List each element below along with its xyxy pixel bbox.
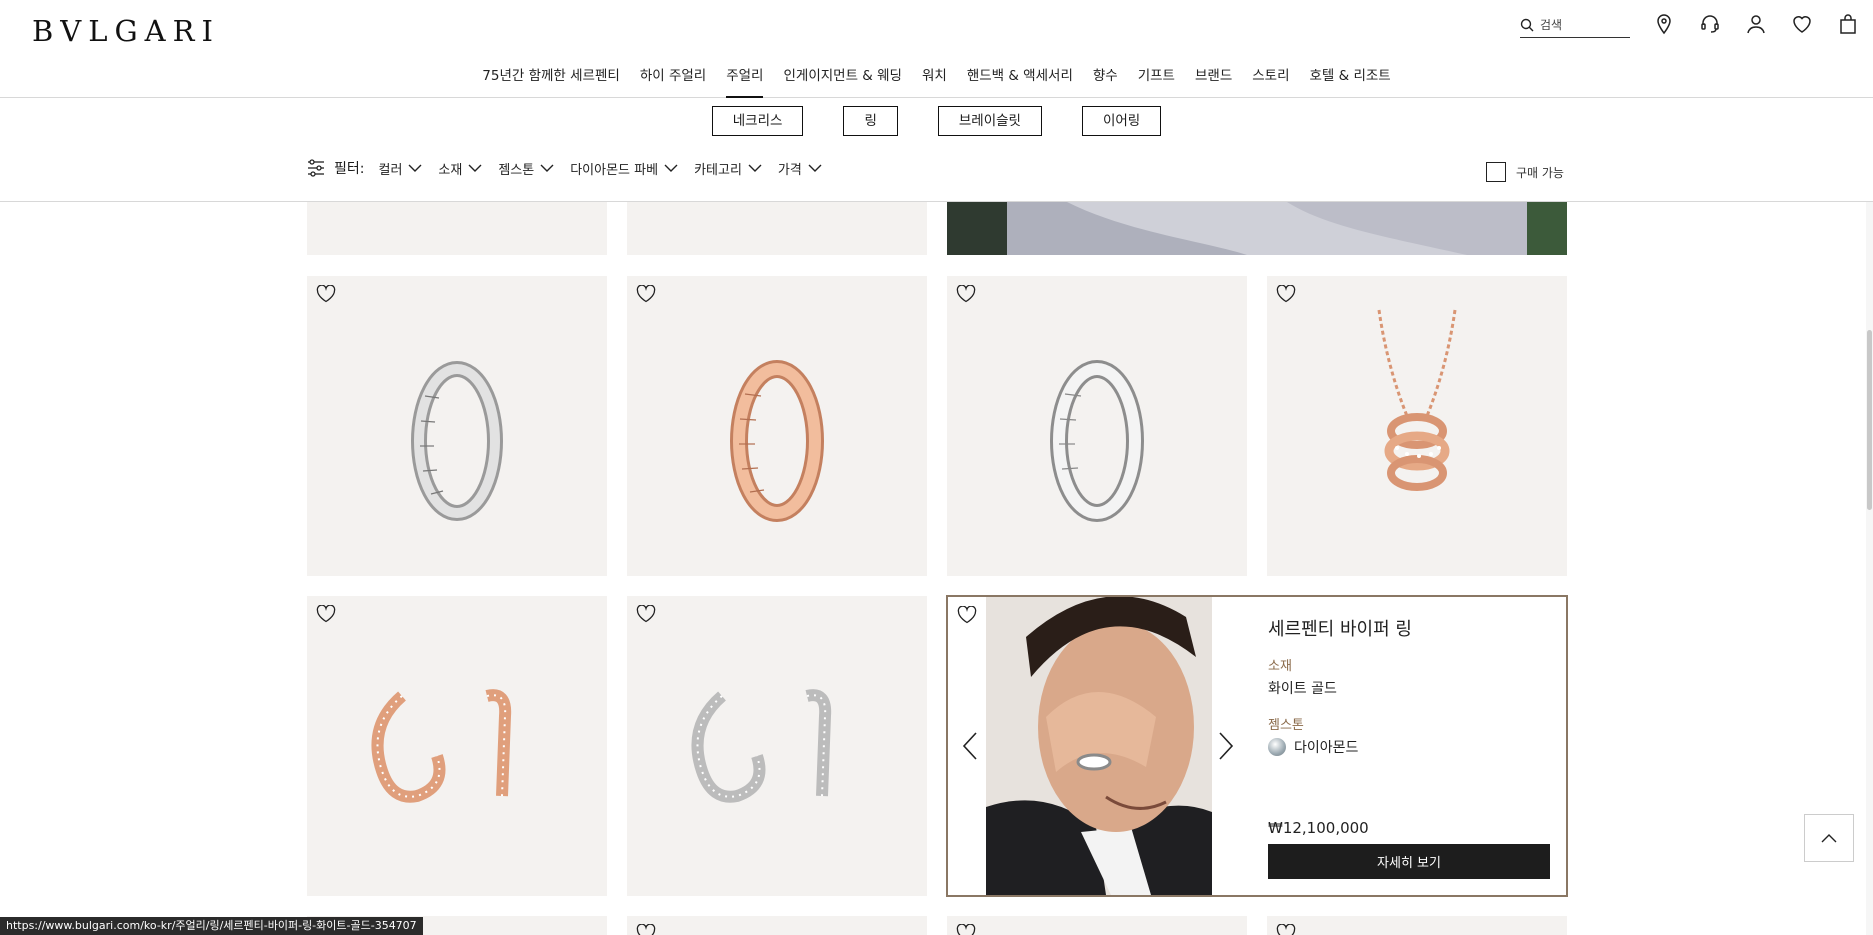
filter-diamond-pave-label: 다이아몬드 파베 (570, 162, 659, 178)
filter-gemstone-label: 젬스톤 (498, 162, 535, 178)
nav-jewelry[interactable]: 주얼리 (716, 64, 773, 98)
product-card-partial[interactable] (947, 916, 1247, 935)
product-card[interactable] (1267, 276, 1567, 576)
diamond-icon (1268, 738, 1286, 756)
search-icon (1520, 18, 1534, 31)
subcategory-pills: 네크리스 링 브레이슬릿 이어링 (0, 106, 1873, 136)
filter-color-label: 컬러 (378, 162, 403, 178)
product-card-partial[interactable] (627, 202, 927, 255)
shopping-bag-icon[interactable] (1836, 12, 1860, 36)
filter-material-label: 소재 (438, 162, 463, 178)
status-url: https://www.bulgari.com/ko-kr/주얼리/링/세르펜티… (0, 917, 423, 935)
material-value: 화이트 골드 (1268, 678, 1550, 698)
back-to-top-button[interactable] (1804, 814, 1854, 862)
chevron-down-icon (408, 164, 422, 172)
chevron-down-icon (748, 164, 762, 172)
pill-necklaces[interactable]: 네크리스 (711, 106, 804, 136)
nav-serpenti-75[interactable]: 75년간 함께한 세르펜티 (472, 64, 630, 98)
gemstone-value: 다이아몬드 (1268, 737, 1550, 757)
header-icons (1652, 12, 1860, 36)
product-info: 세르펜티 바이퍼 링 소재 화이트 골드 젬스톤 다이아몬드 (1268, 615, 1550, 773)
pill-rings[interactable]: 링 (843, 106, 898, 136)
nav-story[interactable]: 스토리 (1242, 64, 1299, 98)
customer-service-icon[interactable] (1698, 12, 1722, 36)
featured-product-card[interactable]: 세르펜티 바이퍼 링 소재 화이트 골드 젬스톤 다이아몬드 ₩12,100,0… (946, 595, 1568, 897)
available-checkbox[interactable] (1486, 162, 1506, 182)
chevron-down-icon (540, 164, 554, 172)
chevron-down-icon (468, 164, 482, 172)
product-price: ₩12,100,000 (1268, 819, 1369, 837)
site-header: BVLGARI 검색 75년간 함께한 세르펜티 하이 주얼리 주얼리 인게이지… (0, 0, 1873, 98)
nav-high-jewelry[interactable]: 하이 주얼리 (630, 64, 716, 98)
nav-brand[interactable]: 브랜드 (1185, 64, 1242, 98)
filter-label: 필터: (334, 161, 365, 177)
gemstone-label: 젬스톤 (1268, 718, 1304, 733)
filter-price[interactable]: 가격 (778, 159, 822, 178)
product-card[interactable] (307, 276, 607, 576)
product-card-partial[interactable] (307, 202, 607, 255)
nav-fragrance[interactable]: 향수 (1083, 64, 1128, 98)
filter-bar: 네크리스 링 브레이슬릿 이어링 필터: 컬러 소재 젬스톤 다이아몬드 파베 … (0, 98, 1873, 202)
filter-category[interactable]: 카테고리 (694, 159, 762, 178)
ring-image (411, 361, 503, 521)
search-placeholder: 검색 (1540, 18, 1563, 32)
chevron-up-icon (1821, 834, 1837, 843)
product-card-partial[interactable] (1267, 916, 1567, 935)
ring-image (730, 360, 824, 522)
product-card[interactable] (307, 596, 607, 896)
filter-gemstone[interactable]: 젬스톤 (498, 159, 554, 178)
filter-color[interactable]: 컬러 (378, 159, 422, 178)
nav-engagement-wedding[interactable]: 인게이지먼트 & 웨딩 (773, 64, 911, 98)
product-card[interactable] (947, 276, 1247, 576)
filter-row: 필터: 컬러 소재 젬스톤 다이아몬드 파베 카테고리 가격 (306, 158, 838, 178)
carousel-prev-icon[interactable] (962, 731, 978, 761)
pendant-image (1377, 309, 1457, 491)
account-icon[interactable] (1744, 12, 1768, 36)
material-text: 화이트 골드 (1268, 681, 1337, 697)
wishlist-heart-icon[interactable] (957, 605, 977, 624)
earrings-image (691, 689, 832, 803)
wishlist-heart-icon[interactable] (956, 923, 976, 935)
nav-gifts[interactable]: 기프트 (1128, 64, 1185, 98)
pill-bracelets[interactable]: 브레이슬릿 (937, 106, 1042, 136)
filter-category-label: 카테고리 (694, 162, 742, 178)
bvlgari-logo[interactable]: BVLGARI (32, 14, 220, 48)
filter-icon[interactable] (306, 158, 326, 178)
main-nav: 75년간 함께한 세르펜티 하이 주얼리 주얼리 인게이지먼트 & 웨딩 워치 … (0, 64, 1873, 98)
product-card-partial[interactable] (627, 916, 927, 935)
search-input[interactable]: 검색 (1520, 12, 1630, 38)
wishlist-heart-icon[interactable] (636, 923, 656, 935)
model-photo (986, 597, 1212, 895)
filter-material[interactable]: 소재 (438, 159, 482, 178)
nav-hotels-resorts[interactable]: 호텔 & 리조트 (1300, 64, 1401, 98)
chevron-down-icon (808, 164, 822, 172)
gemstone-text: 다이아몬드 (1294, 740, 1359, 756)
product-card[interactable] (627, 596, 927, 896)
page: BVLGARI 검색 75년간 함께한 세르펜티 하이 주얼리 주얼리 인게이지… (0, 0, 1873, 935)
product-card[interactable] (627, 276, 927, 576)
wishlist-icon[interactable] (1790, 12, 1814, 36)
location-icon[interactable] (1652, 12, 1676, 36)
available-toggle[interactable]: 구매 가능 (1486, 162, 1564, 182)
nav-handbags-accessories[interactable]: 핸드백 & 액세서리 (957, 64, 1083, 98)
campaign-photo (947, 202, 1567, 255)
product-name[interactable]: 세르펜티 바이퍼 링 (1268, 615, 1550, 641)
ring-image (1050, 360, 1144, 522)
filter-diamond-pave[interactable]: 다이아몬드 파베 (570, 159, 678, 178)
available-label: 구매 가능 (1516, 165, 1564, 180)
chevron-down-icon (664, 164, 678, 172)
view-details-button[interactable]: 자세히 보기 (1268, 844, 1550, 879)
scrollbar-thumb[interactable] (1867, 330, 1872, 510)
campaign-banner-image[interactable] (947, 202, 1567, 255)
material-label: 소재 (1268, 659, 1292, 674)
earrings-image (371, 689, 512, 803)
carousel-next-icon[interactable] (1218, 731, 1234, 761)
wishlist-heart-icon[interactable] (1276, 923, 1296, 935)
pill-earrings[interactable]: 이어링 (1081, 106, 1162, 136)
nav-watches[interactable]: 워치 (912, 64, 957, 98)
filter-price-label: 가격 (777, 162, 802, 178)
